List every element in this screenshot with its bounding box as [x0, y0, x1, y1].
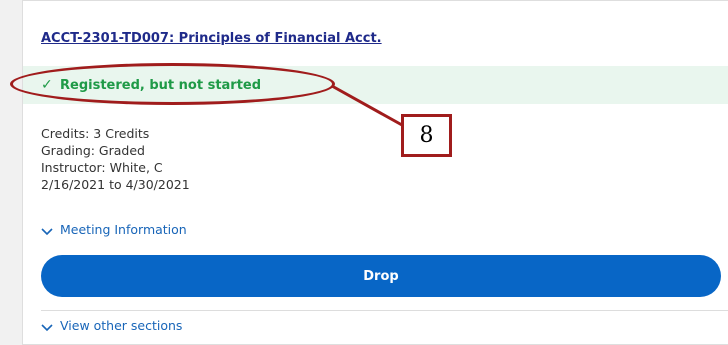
course-title-link[interactable]: ACCT-2301-TD007: Principles of Financial…: [41, 31, 382, 46]
meeting-information-toggle[interactable]: Meeting Information: [41, 222, 187, 237]
date-range-text: 2/16/2021 to 4/30/2021: [41, 177, 190, 192]
view-other-sections-toggle[interactable]: View other sections: [41, 318, 182, 333]
chevron-down-icon: [41, 228, 53, 236]
meeting-information-label: Meeting Information: [60, 222, 187, 237]
drop-button[interactable]: Drop: [41, 255, 721, 297]
annotation-ellipse: [10, 63, 335, 105]
annotation-step-number: 8: [401, 114, 452, 157]
chevron-down-icon: [41, 324, 53, 332]
view-other-sections-label: View other sections: [60, 318, 183, 333]
grading-text: Grading: Graded: [41, 143, 145, 158]
divider: [41, 310, 728, 311]
credits-text: Credits: 3 Credits: [41, 126, 150, 141]
course-details: Credits: 3 Credits Grading: Graded Instr…: [41, 125, 190, 193]
instructor-text: Instructor: White, C: [41, 160, 163, 175]
